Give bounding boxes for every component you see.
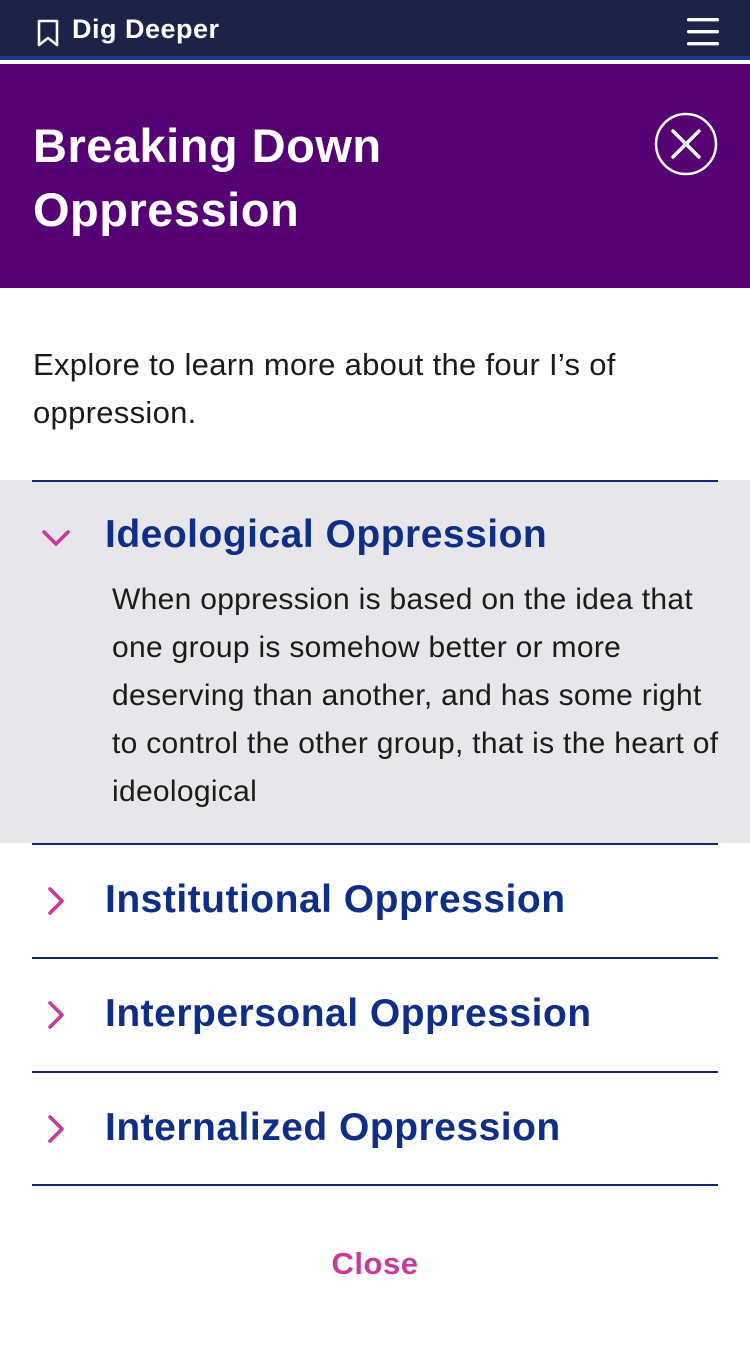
divider	[32, 957, 718, 959]
accordion-heading[interactable]: Internalized Oppression	[105, 1106, 561, 1150]
app-title: Dig Deeper	[72, 14, 220, 44]
divider	[32, 480, 718, 482]
chevron-right-icon[interactable]	[38, 883, 74, 919]
divider	[32, 843, 718, 845]
hamburger-menu-icon[interactable]	[686, 16, 720, 48]
accordion: Ideological Oppression When oppression i…	[0, 480, 750, 1185]
divider	[32, 1184, 718, 1186]
chevron-right-icon[interactable]	[38, 1111, 74, 1147]
accordion-item-internalized[interactable]: Internalized Oppression	[0, 1071, 750, 1185]
accordion-heading[interactable]: Institutional Oppression	[105, 878, 566, 922]
accordion-item-ideological[interactable]: Ideological Oppression When oppression i…	[0, 480, 750, 843]
intro-text: Explore to learn more about the four I’s…	[33, 347, 616, 430]
accordion-body: When oppression is based on the idea tha…	[112, 583, 719, 808]
chevron-down-icon[interactable]	[38, 520, 74, 556]
chevron-right-icon[interactable]	[38, 997, 74, 1033]
bookmark-icon[interactable]	[36, 19, 60, 47]
accordion-item-institutional[interactable]: Institutional Oppression	[0, 843, 750, 957]
accordion-heading[interactable]: Ideological Oppression	[105, 513, 547, 557]
close-button[interactable]: Close	[0, 1246, 750, 1282]
close-circle-icon[interactable]	[654, 112, 718, 176]
accordion-heading[interactable]: Interpersonal Oppression	[105, 992, 592, 1036]
divider	[32, 1071, 718, 1073]
modal-header: Breaking Down Oppression	[0, 64, 750, 288]
top-bar: Dig Deeper	[0, 0, 750, 60]
accordion-item-interpersonal[interactable]: Interpersonal Oppression	[0, 957, 750, 1071]
page-title: Breaking Down Oppression	[33, 119, 382, 236]
